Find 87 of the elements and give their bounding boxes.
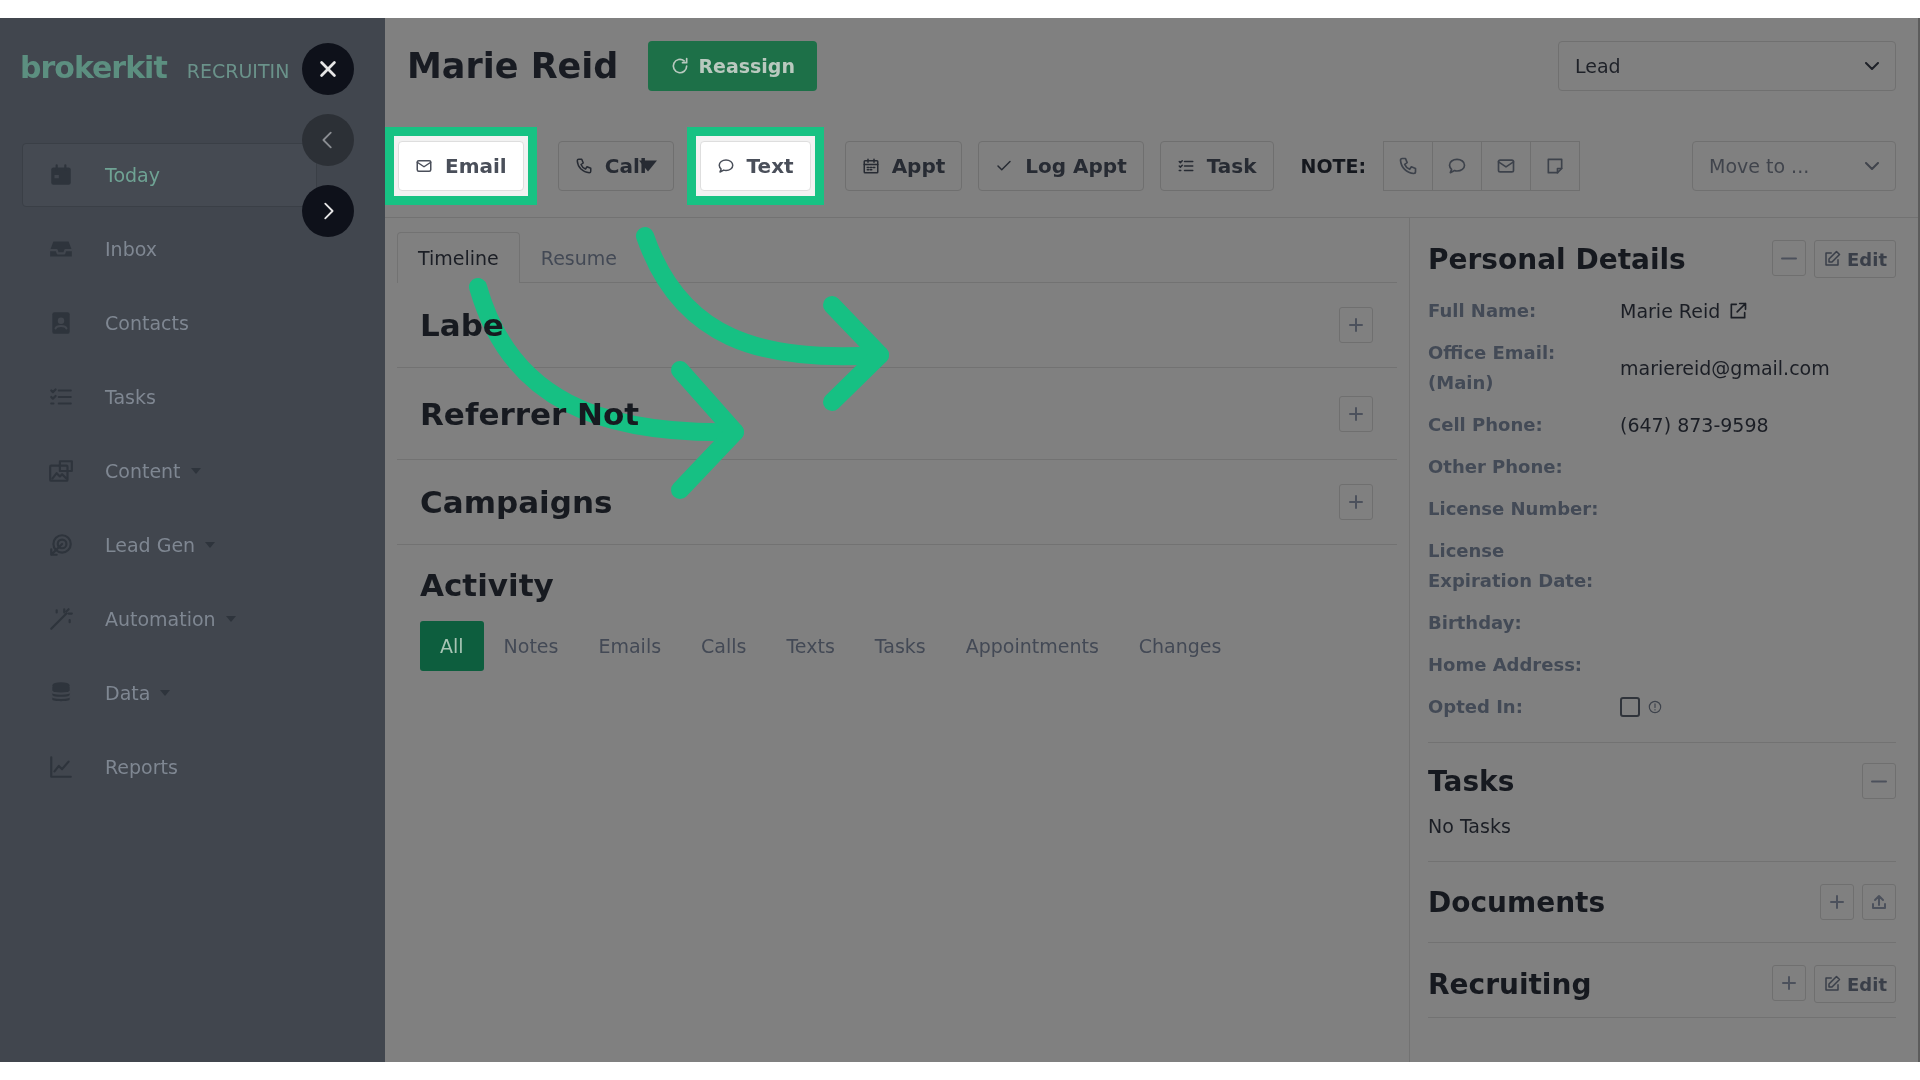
minus-icon	[1871, 779, 1887, 783]
field-label: Other Phone:	[1428, 455, 1564, 479]
collapse-button[interactable]	[1862, 763, 1896, 799]
minus-icon	[1781, 256, 1798, 260]
edit-button[interactable]: Edit	[1814, 965, 1896, 1003]
pencil-icon	[1823, 975, 1842, 993]
calendar-icon	[861, 156, 880, 175]
note-phone-button[interactable]	[1383, 140, 1434, 191]
phone-icon	[1398, 155, 1419, 176]
pencil-icon	[1823, 250, 1842, 268]
filter-tab[interactable]: Notes	[483, 621, 579, 671]
task-button[interactable]: Task	[1159, 140, 1274, 191]
add-button[interactable]	[1339, 307, 1373, 343]
plus-icon	[1348, 405, 1364, 422]
nav-item[interactable]: Lead Gen	[22, 513, 317, 577]
refresh-icon	[670, 56, 691, 76]
section-title: Activity	[420, 567, 555, 603]
filter-tab[interactable]: Tasks	[854, 621, 946, 671]
add-button[interactable]	[1820, 884, 1854, 920]
nav-item[interactable]: Content	[22, 439, 317, 503]
nav-item[interactable]: Today	[22, 143, 317, 207]
section-title: Personal Details	[1428, 242, 1686, 276]
nav-item[interactable]: Automation	[22, 587, 317, 651]
chevron-down-icon	[1865, 161, 1879, 170]
field-label: Birthday:	[1428, 611, 1523, 635]
filter-tab[interactable]: Calls	[681, 621, 767, 671]
note-mail-button[interactable]	[1481, 140, 1532, 191]
collapse-button[interactable]	[1772, 240, 1807, 276]
add-button[interactable]	[1339, 395, 1373, 432]
nav-item[interactable]: Contacts	[22, 291, 317, 355]
field-value: (647) 873-9598	[1620, 413, 1769, 438]
add-button[interactable]	[1339, 484, 1373, 520]
select-placeholder: Move to ...	[1709, 154, 1810, 177]
filter-tab[interactable]: Appointments	[945, 621, 1119, 671]
upload-icon	[1871, 894, 1887, 910]
stage-select[interactable]: Lead	[1558, 41, 1896, 91]
add-button[interactable]	[1772, 965, 1807, 1001]
contact-name: Marie Reid	[407, 46, 619, 86]
section-title: Recruiting	[1428, 967, 1592, 1001]
external-link-icon	[1728, 301, 1749, 321]
info-icon	[1648, 700, 1662, 714]
upload-button[interactable]	[1862, 884, 1896, 920]
note-sticky-button[interactable]	[1530, 140, 1581, 191]
field-label: Opted In:	[1428, 695, 1524, 719]
appt-button[interactable]: Appt	[844, 140, 963, 191]
nav-item[interactable]: Reports	[22, 735, 317, 799]
filter-tab[interactable]: Emails	[578, 621, 682, 671]
field-label: Full Name:	[1428, 299, 1538, 323]
plus-icon	[1348, 494, 1364, 510]
note-label: NOTE:	[1300, 154, 1367, 177]
name-link[interactable]: Marie Reid	[1620, 296, 1721, 326]
plus-icon	[1781, 975, 1798, 991]
logo-text: brokerkit	[20, 50, 167, 85]
section-title: Campaigns	[420, 484, 613, 520]
plus-icon	[1829, 894, 1845, 910]
field-value: mariereid@gmail.com	[1620, 356, 1830, 381]
empty-message: No Tasks	[1428, 815, 1512, 837]
field-label: Office Email: (Main)	[1428, 341, 1557, 395]
note-chat-button[interactable]	[1432, 140, 1483, 191]
section-title: Tasks	[1428, 764, 1515, 798]
field-label: Cell Phone:	[1428, 413, 1544, 437]
filter-tab[interactable]: All	[420, 621, 484, 671]
email-button[interactable]: Email	[398, 140, 524, 191]
tab[interactable]: Resume	[519, 232, 638, 283]
field-label: Home Address:	[1428, 653, 1584, 677]
product-label: RECRUITIN	[186, 60, 290, 82]
tab[interactable]: Timeline	[397, 232, 520, 283]
log-button[interactable]: Log Appt	[978, 140, 1144, 191]
nav-item[interactable]: Data	[22, 661, 317, 725]
text-button[interactable]: Text	[699, 140, 811, 191]
close-icon	[317, 58, 339, 80]
chat-bubble-icon	[716, 156, 735, 175]
move-to-select[interactable]: Move to ...	[1692, 140, 1896, 191]
nav-item[interactable]: Inbox	[22, 217, 317, 281]
field-label: License Expiration Date:	[1428, 539, 1595, 593]
phone-icon	[574, 156, 593, 175]
edit-button[interactable]: Edit	[1814, 240, 1896, 278]
nav-item[interactable]: Tasks	[22, 365, 317, 429]
filter-tab[interactable]: Texts	[766, 621, 855, 671]
checkbox[interactable]	[1620, 697, 1640, 717]
field-label: License Number:	[1428, 497, 1600, 521]
reassign-button[interactable]: Reassign	[648, 41, 817, 91]
stage-value: Lead	[1575, 55, 1621, 77]
section-title: Documents	[1428, 885, 1606, 919]
plus-icon	[1348, 317, 1364, 333]
chevron-down-icon	[1865, 62, 1879, 70]
filter-tab[interactable]: Changes	[1118, 621, 1242, 671]
